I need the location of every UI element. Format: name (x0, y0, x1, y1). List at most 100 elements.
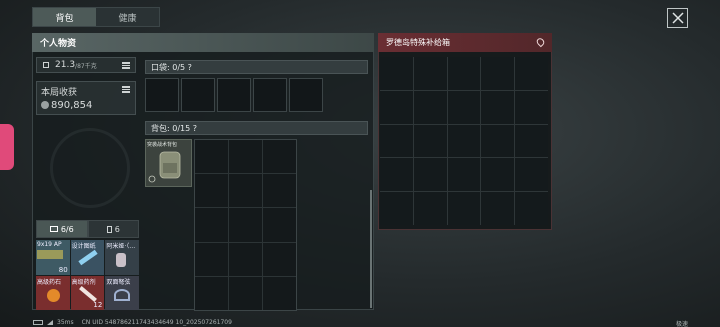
quick-item-name: 双面弩弦 (106, 278, 131, 286)
backpack-slot[interactable] (195, 242, 228, 276)
supply-slot[interactable] (481, 192, 515, 225)
backpack-slot[interactable] (263, 242, 296, 276)
supply-slot[interactable] (481, 124, 515, 158)
tab-backpack[interactable]: 背包 (33, 8, 96, 26)
supply-slot[interactable] (380, 124, 413, 158)
supply-slot[interactable] (380, 90, 413, 124)
battery-icon (33, 320, 43, 325)
supply-slot[interactable] (515, 192, 548, 225)
ammo-icon (37, 250, 63, 259)
backpack-slot[interactable] (195, 208, 228, 242)
backpack-icon (148, 151, 181, 183)
supply-slot[interactable] (380, 192, 413, 225)
supply-slot[interactable] (515, 124, 548, 158)
quick-item[interactable]: 双面弩弦 (105, 275, 139, 310)
backpack-slot[interactable] (263, 208, 296, 242)
backpack-label: 背包: 0/15 ? (151, 123, 197, 133)
side-event-badge[interactable] (0, 124, 14, 170)
earnings-list-icon[interactable] (122, 86, 130, 93)
scrollbar[interactable] (370, 190, 372, 308)
backpack-slot[interactable] (263, 174, 296, 208)
backpack-slot[interactable] (229, 174, 262, 208)
pocket-grid (145, 78, 325, 114)
supply-slot[interactable] (481, 57, 515, 90)
backpack-slot[interactable] (229, 242, 262, 276)
backpack-slot[interactable] (195, 174, 228, 208)
pocket-label: 口袋: 0/5 ? (151, 62, 192, 72)
tab-health[interactable]: 健康 (96, 8, 159, 26)
supply-slot[interactable] (413, 124, 447, 158)
close-button[interactable] (667, 8, 688, 28)
supply-slot[interactable] (413, 158, 447, 192)
faction-emblem-watermark (50, 128, 130, 208)
supply-slot[interactable] (481, 158, 515, 192)
quick-item[interactable]: 高级药剂 12 (70, 275, 105, 310)
supply-slot[interactable] (447, 192, 481, 225)
backpack-slot[interactable] (195, 140, 228, 174)
pocket-slot[interactable] (253, 78, 287, 112)
pocket-slot[interactable] (181, 78, 215, 112)
pocket-slot[interactable] (145, 78, 179, 112)
briefcase-icon (49, 226, 58, 232)
supply-crate-grid (380, 57, 548, 225)
quick-tab1-label: 6/6 (60, 224, 74, 234)
syringe-icon (78, 285, 97, 302)
earnings-box: 本局收获 890,854 (36, 81, 136, 115)
blueprint-usb-icon (78, 249, 98, 266)
earnings-label: 本局收获 (41, 88, 78, 98)
weight-max: /87千克 (75, 62, 97, 70)
lock-icon (43, 62, 49, 68)
quick-item-count: 12 (93, 301, 103, 309)
location-pin-icon[interactable] (535, 36, 546, 48)
pocket-slot[interactable] (289, 78, 323, 112)
supply-slot[interactable] (413, 192, 447, 225)
backpack-slot[interactable] (263, 276, 296, 310)
backpack-slot[interactable] (229, 208, 262, 242)
quick-item[interactable]: 9x19 AP 80 (36, 240, 70, 275)
supply-slot[interactable] (447, 158, 481, 192)
quick-item[interactable]: 设计图纸 (70, 240, 105, 275)
weight-value: 21.3 (55, 60, 76, 70)
orb-icon (47, 288, 60, 302)
quick-item[interactable]: 高级药石 (36, 275, 70, 310)
quick-slot-grid: 9x19 AP 80 设计图纸 阿米娅·（… 高级药石 高级药剂 12 双面弩弦 (36, 240, 139, 310)
speed-mode-label: 极速 (676, 321, 689, 327)
supply-slot[interactable] (515, 57, 548, 90)
supply-slot[interactable] (447, 57, 481, 90)
backpack-slot[interactable] (229, 276, 262, 310)
quick-item[interactable]: 阿米娅·（… (105, 240, 139, 275)
backpack-slot[interactable] (229, 140, 262, 174)
supply-slot[interactable] (515, 158, 548, 192)
quick-item-name: 设计图纸 (71, 243, 96, 250)
quick-item-name: 高级药石 (37, 278, 62, 286)
backpack-slot[interactable] (263, 140, 296, 174)
supply-slot[interactable] (515, 90, 548, 124)
tab-equipment-quick[interactable]: 6/6 (36, 220, 88, 238)
list-icon[interactable] (122, 62, 130, 69)
top-tabs: 背包 健康 (32, 7, 160, 27)
figure-icon (116, 253, 127, 267)
quick-item-count: 80 (58, 265, 68, 274)
equipped-backpack[interactable]: 突袭战术背包 (145, 139, 192, 187)
supply-slot[interactable] (413, 90, 447, 124)
backpack-slot[interactable] (195, 276, 228, 310)
supply-slot[interactable] (447, 90, 481, 124)
supply-slot[interactable] (380, 57, 413, 90)
quick-item-name: 阿米娅·（… (106, 243, 136, 250)
quick-item-name: 高级药剂 (71, 278, 96, 286)
pocket-slot[interactable] (217, 78, 251, 112)
quick-tab2-label: 6 (114, 224, 120, 234)
quick-item-name: 9x19 AP (37, 241, 62, 248)
close-icon (671, 12, 684, 24)
pocket-header[interactable]: 口袋: 0/5 ? (145, 60, 368, 74)
supply-slot[interactable] (413, 57, 447, 90)
ping-value: 35ms (57, 319, 74, 326)
supply-crate-header: 罗德岛特殊补给箱 (378, 33, 552, 52)
backpack-item-name: 突袭战术背包 (147, 142, 178, 148)
crossbow-icon (114, 288, 131, 301)
backpack-header[interactable]: 背包: 0/15 ? (145, 121, 368, 135)
supply-slot[interactable] (380, 158, 413, 192)
supply-slot[interactable] (481, 90, 515, 124)
supply-slot[interactable] (447, 124, 481, 158)
tab-consumables-quick[interactable]: 6 (87, 220, 139, 238)
